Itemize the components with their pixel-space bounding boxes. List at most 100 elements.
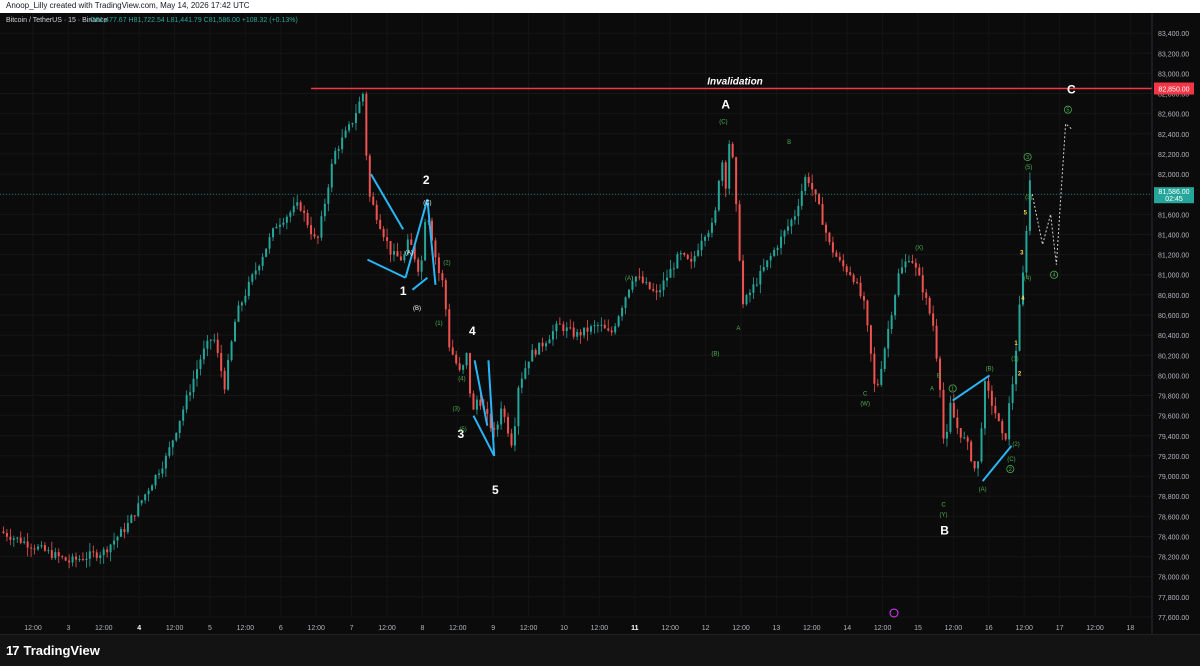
candle-body: [496, 424, 499, 430]
candle-body: [856, 282, 859, 284]
candle-body: [690, 258, 693, 262]
candle-body: [54, 552, 57, 558]
candle-body: [1008, 403, 1011, 440]
time-tick-label: 17: [1056, 625, 1064, 632]
candle-body: [728, 143, 731, 189]
candle-body: [61, 556, 64, 558]
candle-body: [904, 261, 907, 268]
price-tick-label: 81,600.00: [1158, 212, 1189, 219]
candle-body: [873, 353, 876, 384]
candle-body: [85, 558, 88, 560]
candle-body: [766, 260, 769, 268]
candle-body: [987, 381, 990, 391]
candle-body: [448, 309, 451, 348]
candle-body: [306, 212, 309, 226]
candle-body: [524, 368, 527, 379]
wave-label-minor: (B): [413, 306, 421, 312]
candle-body: [627, 289, 630, 298]
candle-body: [479, 399, 482, 406]
candle-body: [1011, 384, 1014, 404]
candle-body: [410, 239, 413, 245]
candle-body: [9, 536, 12, 540]
candle-body: [797, 205, 800, 217]
candle-body: [752, 284, 755, 293]
candle-body: [303, 210, 306, 213]
candle-body: [831, 242, 834, 253]
wave-label-minor-green: (Y): [939, 512, 947, 518]
candle-body: [707, 232, 710, 237]
candle-body: [206, 340, 209, 349]
candle-body: [545, 343, 548, 347]
candle-body: [399, 256, 402, 261]
candle-body: [268, 237, 271, 249]
candle-body: [807, 176, 810, 184]
time-tick-label: 12:00: [520, 625, 538, 632]
price-tick-label: 81,200.00: [1158, 253, 1189, 260]
candle-body: [102, 549, 105, 556]
wave-label-minor-green: (W): [860, 402, 870, 408]
price-tick-label: 82,000.00: [1158, 172, 1189, 179]
candle-body: [341, 137, 344, 150]
candle-body: [980, 428, 983, 462]
price-tick-label: 78,800.00: [1158, 494, 1189, 501]
candle-body: [199, 359, 202, 370]
candle-body: [769, 255, 772, 261]
current-price-countdown: 02:45: [1165, 196, 1183, 203]
wave-label-minor-green: (A): [625, 276, 633, 282]
tradingview-logo[interactable]: 17 TradingView: [6, 643, 100, 658]
wave-label-major: 4: [469, 324, 476, 338]
wave-label-minor-green: (1): [1011, 356, 1018, 362]
candle-body: [389, 240, 392, 255]
price-tick-label: 82,600.00: [1158, 112, 1189, 119]
time-tick-label: 12:00: [1015, 625, 1033, 632]
candle-body: [921, 275, 924, 293]
candle-body: [845, 266, 848, 273]
candle-body: [327, 187, 330, 204]
candle-body: [773, 249, 776, 256]
wave-label-minor-green: (5): [1025, 165, 1032, 171]
candle-body: [40, 545, 43, 547]
time-tick-label: 5: [208, 625, 212, 632]
candle-body: [462, 365, 465, 370]
candle-body: [738, 204, 741, 261]
candle-body: [717, 180, 720, 211]
candle-body: [800, 191, 803, 206]
candle-body: [202, 348, 205, 360]
candle-body: [37, 546, 40, 550]
candle-body: [33, 548, 36, 550]
time-tick-label: 9: [491, 625, 495, 632]
candle-body: [254, 270, 257, 275]
candle-body: [99, 555, 102, 558]
candle-body: [30, 547, 33, 549]
candle-body: [579, 331, 582, 336]
candle-body: [531, 349, 534, 362]
time-tick-label: 16: [985, 625, 993, 632]
candle-body: [683, 253, 686, 255]
price-chart[interactable]: Invalidation12345ABC(A)(B)(C)(2)(1)(4)(3…: [0, 13, 1200, 634]
candle-body: [320, 216, 323, 238]
candle-body: [990, 390, 993, 406]
candle-body: [386, 237, 389, 241]
candle-body: [375, 204, 378, 220]
candle-body: [662, 280, 665, 291]
candle-body: [123, 529, 126, 533]
candle-body: [724, 162, 727, 189]
candle-body: [469, 352, 472, 394]
candle-body: [551, 331, 554, 340]
candle-body: [19, 537, 22, 543]
candle-body: [818, 194, 821, 204]
candle-body: [258, 265, 261, 271]
candle-body: [866, 300, 869, 326]
candle-body: [966, 437, 969, 442]
wave-label-circled: 2: [1009, 467, 1012, 473]
candle-body: [351, 123, 354, 125]
wave-label-circled: 5: [1066, 108, 1069, 114]
candle-body: [565, 327, 568, 332]
candle-body: [655, 290, 658, 293]
candle-body: [634, 276, 637, 282]
candle-body: [334, 150, 337, 164]
candle-body: [64, 557, 67, 561]
wave-label-minor-green: (C): [1007, 457, 1015, 463]
price-tick-label: 80,600.00: [1158, 313, 1189, 320]
candle-body: [361, 93, 364, 102]
